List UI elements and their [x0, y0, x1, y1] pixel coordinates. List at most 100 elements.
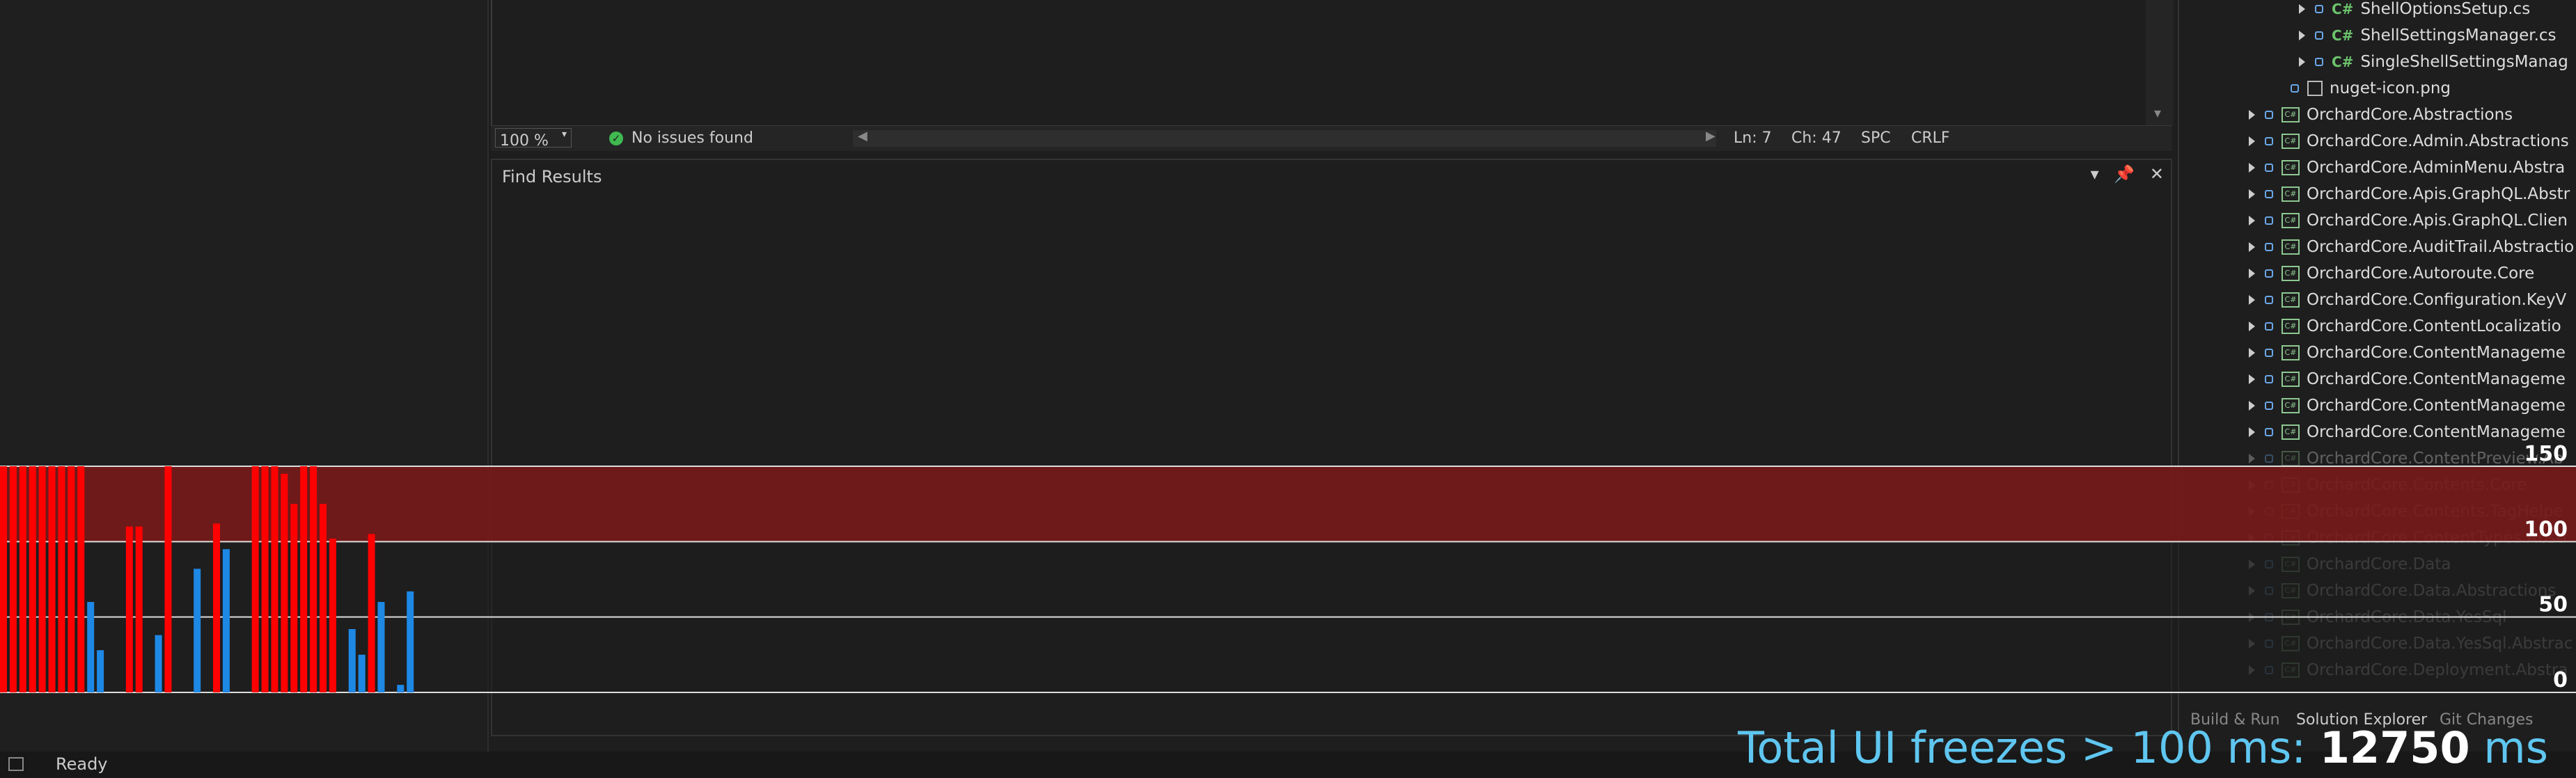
notification-icon[interactable] — [8, 757, 24, 771]
expand-icon[interactable] — [2249, 242, 2255, 252]
csharp-project-icon: C# — [2282, 583, 2300, 598]
tree-project-item[interactable]: C# OrchardCore.ContentTypes.Abstr — [2249, 525, 2569, 551]
tree-item-label: OrchardCore.Configuration.KeyV — [2307, 291, 2567, 309]
lock-icon — [2265, 190, 2273, 198]
expand-icon[interactable] — [2249, 454, 2255, 463]
zoom-dropdown[interactable]: 100 % ▾ — [495, 128, 572, 150]
expand-icon[interactable] — [2299, 31, 2305, 40]
editor-vertical-scrollbar[interactable]: ▾ — [2146, 0, 2174, 125]
freeze-suffix: ms — [2469, 722, 2548, 773]
tree-project-item[interactable]: C# OrchardCore.Configuration.KeyV — [2249, 287, 2566, 313]
lock-icon — [2265, 402, 2273, 410]
tree-item-label: OrchardCore.ContentManageme — [2307, 344, 2566, 362]
expand-icon[interactable] — [2249, 348, 2255, 358]
expand-icon[interactable] — [2249, 401, 2255, 411]
tree-project-item[interactable]: C# OrchardCore.Admin.Abstractions — [2249, 128, 2569, 154]
tree-file-item[interactable]: C# ShellOptionsSetup.cs — [2299, 0, 2530, 22]
tree-item-label: OrchardCore.ContentManageme — [2307, 423, 2566, 441]
expand-icon[interactable] — [2249, 163, 2255, 173]
tree-project-item[interactable]: C# OrchardCore.ContentLocalizatio — [2249, 313, 2561, 340]
expand-icon[interactable] — [2249, 216, 2255, 225]
expand-icon[interactable] — [2249, 533, 2255, 543]
tree-item-label: OrchardCore.Data.Abstractions — [2307, 582, 2557, 600]
lock-icon — [2265, 481, 2273, 489]
image-file-icon — [2307, 81, 2323, 96]
column-number: Ch: 47 — [1791, 129, 1841, 147]
tree-project-item[interactable]: C# OrchardCore.AdminMenu.Abstra — [2249, 154, 2565, 181]
lock-icon — [2265, 296, 2273, 304]
csharp-project-icon: C# — [2282, 160, 2300, 175]
lock-icon — [2265, 560, 2273, 569]
expand-icon[interactable] — [2249, 612, 2255, 622]
expand-icon[interactable] — [2249, 480, 2255, 490]
expand-icon[interactable] — [2249, 374, 2255, 384]
expand-icon[interactable] — [2249, 586, 2255, 596]
tree-item-label: OrchardCore.Deployment.Abstra — [2307, 661, 2568, 679]
tree-project-item[interactable]: C# OrchardCore.ContentPreview.Ab — [2249, 445, 2563, 472]
tree-project-item[interactable]: C# OrchardCore.ContentManageme — [2249, 366, 2566, 392]
expand-icon[interactable] — [2249, 639, 2255, 649]
close-icon[interactable]: ✕ — [2150, 164, 2164, 184]
tree-file-item[interactable]: nuget-icon.png — [2291, 75, 2451, 102]
tree-item-label: ShellSettingsManager.cs — [2360, 26, 2557, 45]
code-editor[interactable]: ▾ — [491, 0, 2174, 125]
scroll-left-icon[interactable]: ◀ — [858, 129, 867, 143]
tree-item-label: OrchardCore.ContentPreview.Ab — [2307, 450, 2564, 468]
expand-icon[interactable] — [2249, 427, 2255, 437]
tree-item-label: OrchardCore.Data.YesSql.Abstrac — [2307, 635, 2573, 653]
expand-icon[interactable] — [2249, 110, 2255, 120]
expand-icon[interactable] — [2249, 295, 2255, 305]
tree-project-item[interactable]: C# OrchardCore.Data.YesSql — [2249, 604, 2507, 630]
tree-project-item[interactable]: C# OrchardCore.ContentManageme — [2249, 419, 2566, 445]
expand-icon[interactable] — [2249, 665, 2255, 675]
lock-icon — [2315, 31, 2323, 40]
line-ending[interactable]: CRLF — [1911, 129, 1950, 147]
csharp-project-icon: C# — [2282, 636, 2300, 651]
whitespace-mode[interactable]: SPC — [1861, 129, 1891, 147]
lock-icon — [2265, 137, 2273, 145]
expand-icon[interactable] — [2249, 189, 2255, 199]
tree-project-item[interactable]: C# OrchardCore.ContentManageme — [2249, 340, 2566, 366]
scroll-right-icon[interactable]: ▶ — [1706, 129, 1715, 143]
tree-file-item[interactable]: C# ShellSettingsManager.cs — [2299, 22, 2557, 49]
tree-project-item[interactable]: C# OrchardCore.Data.YesSql.Abstrac — [2249, 630, 2573, 657]
zoom-value: 100 % — [500, 132, 549, 150]
tree-project-item[interactable]: C# OrchardCore.Apis.GraphQL.Clien — [2249, 207, 2568, 234]
left-panel — [0, 0, 489, 778]
csharp-project-icon: C# — [2282, 134, 2300, 149]
csharp-project-icon: C# — [2282, 451, 2300, 466]
expand-icon[interactable] — [2299, 57, 2305, 67]
expand-icon[interactable] — [2299, 4, 2305, 14]
tree-project-item[interactable]: C# OrchardCore.Data — [2249, 551, 2451, 578]
tree-item-label: OrchardCore.Data.YesSql — [2307, 608, 2507, 626]
csharp-file-icon: C# — [2332, 54, 2354, 70]
expand-icon[interactable] — [2249, 507, 2255, 516]
csharp-project-icon: C# — [2282, 345, 2300, 360]
tree-project-item[interactable]: C# OrchardCore.Abstractions — [2249, 102, 2513, 128]
issues-status[interactable]: No issues found — [631, 129, 753, 147]
tree-project-item[interactable]: C# OrchardCore.AuditTrail.Abstractio — [2249, 234, 2574, 260]
tree-project-item[interactable]: C# OrchardCore.Contents.TagHelpe — [2249, 498, 2563, 525]
dropdown-icon[interactable]: ▾ — [2091, 164, 2099, 184]
tree-file-item[interactable]: C# SingleShellSettingsManag — [2299, 49, 2568, 75]
pin-icon[interactable]: 📌 — [2114, 164, 2135, 184]
tree-project-item[interactable]: C# OrchardCore.Apis.GraphQL.Abstr — [2249, 181, 2570, 207]
tree-item-label: OrchardCore.Admin.Abstractions — [2307, 132, 2569, 150]
tree-project-item[interactable]: C# OrchardCore.Deployment.Abstra — [2249, 657, 2568, 683]
tree-project-item[interactable]: C# OrchardCore.ContentManageme — [2249, 392, 2566, 419]
editor-horizontal-scrollbar[interactable] — [853, 130, 1716, 147]
tree-project-item[interactable]: C# OrchardCore.Autoroute.Core — [2249, 260, 2534, 287]
expand-icon[interactable] — [2249, 136, 2255, 146]
expand-icon[interactable] — [2249, 559, 2255, 569]
tree-project-item[interactable]: C# OrchardCore.Contents.Core — [2249, 472, 2527, 498]
csharp-project-icon: C# — [2282, 239, 2300, 255]
tree-project-item[interactable]: C# OrchardCore.Data.Abstractions — [2249, 578, 2556, 604]
expand-icon[interactable] — [2249, 321, 2255, 331]
chevron-down-icon[interactable]: ▾ — [2154, 104, 2161, 121]
lock-icon — [2315, 5, 2323, 13]
lock-icon — [2265, 613, 2273, 621]
total-freeze-label: Total UI freezes > 100 ms: 12750 ms — [1738, 722, 2548, 773]
expand-icon[interactable] — [2249, 269, 2255, 278]
tree-item-label: OrchardCore.ContentTypes.Abstr — [2307, 529, 2569, 547]
lock-icon — [2265, 164, 2273, 172]
